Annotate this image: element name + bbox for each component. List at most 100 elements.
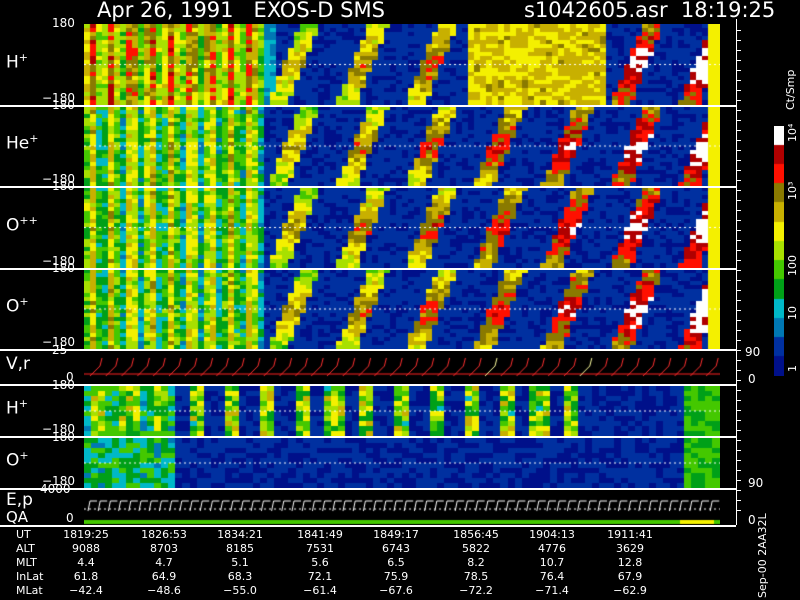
orbit-cell: −61.4: [303, 584, 337, 597]
right-axis-tick: [737, 330, 741, 331]
orbit-cell: 7531: [306, 542, 334, 555]
right-axis-tick: [737, 80, 741, 81]
panel-label-charge: +: [19, 295, 29, 308]
ytick-bottom-ep: 0: [66, 511, 74, 525]
panel-ep: [84, 490, 720, 525]
right-axis-tick: [737, 200, 741, 201]
right-axis-tick: [737, 360, 741, 361]
orbit-cell: 67.9: [617, 570, 643, 583]
right-axis-tick: [737, 400, 741, 401]
orbit-cell: 1834:21: [217, 528, 263, 541]
ytick-top-o_plus: 180: [52, 261, 75, 275]
orbit-row-mlt: MLT 4.4 4.7 5.1 5.6 6.5 8.2 10.7 12.8: [10, 556, 790, 570]
right-axis-tick: [737, 280, 741, 281]
orbit-cell: −72.2: [459, 584, 493, 597]
panel-label-charge: +: [19, 449, 29, 462]
orbit-cell: 72.1: [307, 570, 333, 583]
colorbar-tick: 10⁴: [786, 123, 799, 142]
panel-o_plus_2-canvas: [84, 438, 720, 488]
right-axis-tick: [737, 390, 741, 391]
panel-label-o_pp: O++: [6, 214, 38, 236]
orbit-cell: 76.4: [539, 570, 565, 583]
panel-label-o_plus_2: O+: [6, 449, 29, 471]
orbit-cell: 68.3: [227, 570, 253, 583]
ytick-top-vr: 25: [52, 343, 68, 357]
panel-separator: [0, 186, 736, 188]
panel-label-charge: +: [18, 50, 29, 64]
panel-h_plus_2-canvas: [84, 386, 720, 436]
orbit-cell: 8703: [150, 542, 178, 555]
panel-separator: [0, 349, 736, 351]
colorbar-tick: 10: [786, 306, 799, 320]
panel-label-h_plus: H+: [6, 51, 28, 73]
right-axis-tick: [737, 190, 741, 191]
right-axis-tick: [737, 440, 741, 441]
orbit-cell: 4.7: [155, 556, 173, 569]
panel-separator: [0, 105, 736, 107]
right-axis-tick: [737, 490, 741, 491]
panel-o_pp: [84, 187, 720, 268]
orbit-cell: −55.0: [223, 584, 257, 597]
panel-o_pp-canvas: [84, 187, 720, 268]
ytick-top-h_plus: 180: [52, 16, 75, 30]
orbit-cell: 4.4: [77, 556, 95, 569]
ytick-top-ep: 4000: [40, 482, 71, 496]
panel-he_plus-canvas: [84, 106, 720, 186]
panel-label-text: O: [6, 215, 20, 236]
right-tick-bottom-ep: 0: [748, 513, 756, 527]
right-axis-tick: [737, 370, 741, 371]
orbit-row-inlat: InLat 61.8 64.9 68.3 72.1 75.9 78.5 76.4 67.9: [10, 570, 790, 584]
panel-separator: [0, 436, 736, 438]
orbit-cell: 4776: [538, 542, 566, 555]
orbit-cell: −42.4: [69, 584, 103, 597]
panel-label-ep: E,p: [6, 490, 33, 510]
right-axis-tick: [737, 450, 741, 451]
orbit-cell: 6743: [382, 542, 410, 555]
right-tick-top-vr: 90: [745, 345, 761, 359]
right-axis-tick: [737, 460, 741, 461]
right-axis-tick: [737, 120, 741, 121]
panel-label-text: O: [6, 450, 20, 471]
right-axis-tick: [737, 210, 741, 211]
panel-vr: [84, 351, 720, 384]
panel-he_plus: [84, 106, 720, 186]
panel-separator: [0, 384, 736, 386]
right-axis-tick: [737, 300, 741, 301]
right-axis-tick: [737, 50, 741, 51]
orbit-row-key: InLat: [16, 570, 44, 583]
right-tick-bottom-o_plus_2: 90: [748, 476, 764, 490]
orbit-cell: 5822: [462, 542, 490, 555]
right-axis-tick: [737, 170, 741, 171]
panel-h_plus_2: [84, 386, 720, 436]
ytick-top-o_pp: 180: [52, 179, 75, 193]
panel-label-o_plus: O+: [6, 295, 29, 317]
right-axis-tick: [737, 160, 741, 161]
right-axis-tick: [737, 310, 741, 311]
right-axis-tick: [737, 480, 741, 481]
orbit-cell: 6.5: [387, 556, 405, 569]
right-axis-tick: [737, 320, 741, 321]
right-axis-tick: [737, 220, 741, 221]
orbit-cell: 9088: [72, 542, 100, 555]
right-axis-tick: [737, 40, 741, 41]
orbit-cell: 10.7: [539, 556, 565, 569]
panel-vr-canvas: [84, 351, 720, 384]
ytick-top-h_plus_2: 180: [52, 378, 75, 392]
panel-label-charge: +: [29, 132, 39, 145]
orbit-row-key: UT: [16, 528, 31, 541]
version-stamp: Sep-00 2AA32L: [756, 513, 769, 598]
panel-label-charge: +: [18, 397, 29, 410]
panel-label-charge: ++: [19, 213, 38, 227]
title-right: s1042605.asr 18:19:25: [524, 0, 776, 22]
right-axis-tick: [737, 380, 741, 381]
right-axis-tick: [737, 270, 741, 271]
orbit-cell: 12.8: [617, 556, 643, 569]
orbit-cell: 5.1: [231, 556, 249, 569]
right-axis-tick: [737, 140, 741, 141]
right-axis-tick: [737, 230, 741, 231]
orbit-cell: 1841:49: [297, 528, 343, 541]
right-axis-tick: [737, 150, 741, 151]
orbit-row-key: ALT: [16, 542, 35, 555]
right-axis-tick: [737, 240, 741, 241]
right-axis-tick: [737, 30, 741, 31]
